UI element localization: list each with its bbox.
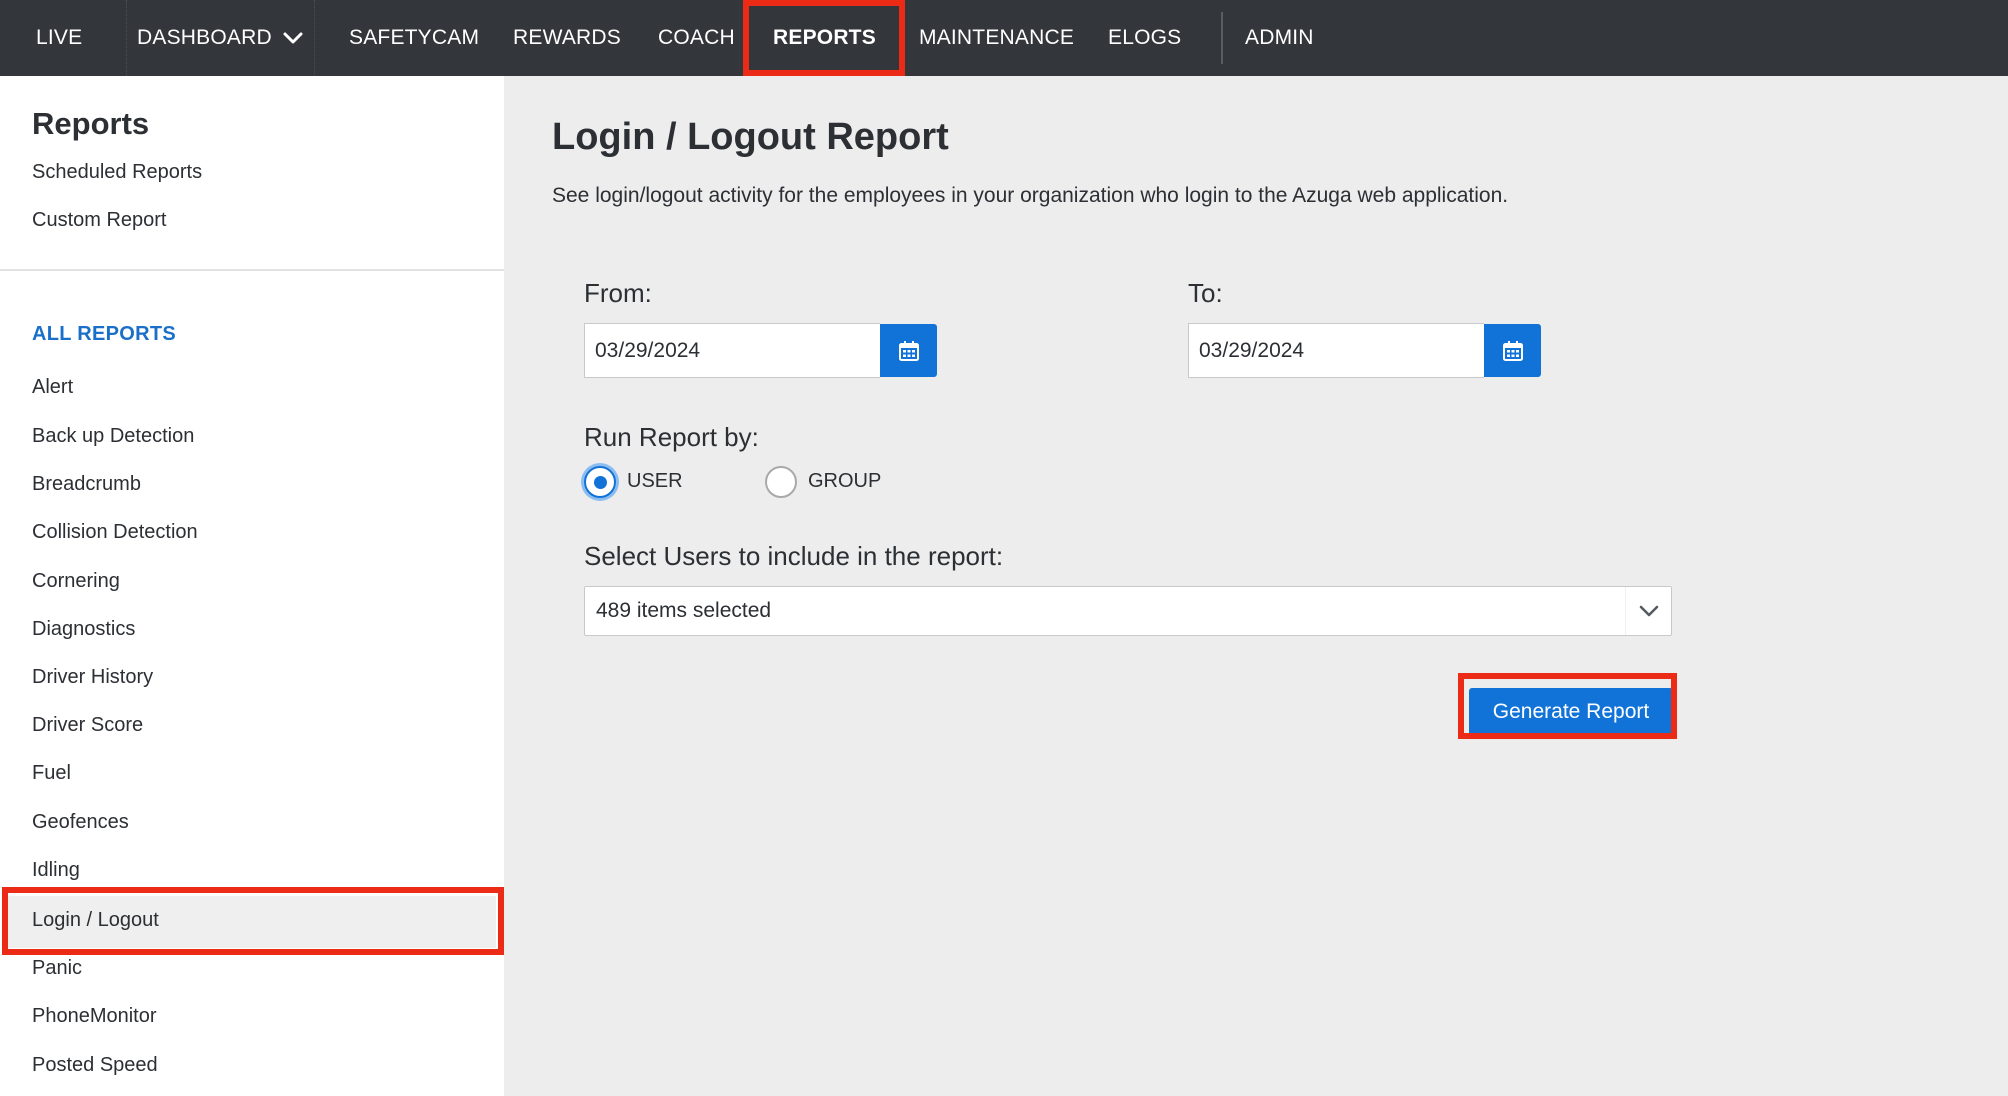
to-date-input[interactable]: 03/29/2024: [1188, 323, 1484, 378]
nav-dashboard[interactable]: DASHBOARD: [126, 0, 315, 76]
sidebar-title: Reports: [32, 106, 150, 141]
sidebar-link-scheduled-reports[interactable]: Scheduled Reports: [32, 161, 202, 184]
from-date-input[interactable]: 03/29/2024: [584, 323, 880, 378]
page-title: Login / Logout Report: [552, 116, 949, 158]
sidebar-item-driver-score[interactable]: Driver Score: [32, 714, 143, 737]
radio-group[interactable]: [765, 466, 797, 498]
sidebar-item-fuel[interactable]: Fuel: [32, 762, 71, 785]
run-report-by-label: Run Report by:: [584, 422, 759, 452]
to-calendar-button[interactable]: [1484, 324, 1541, 377]
sidebar-item-diagnostics[interactable]: Diagnostics: [32, 618, 135, 641]
sidebar-item-phonemonitor[interactable]: PhoneMonitor: [32, 1005, 157, 1028]
sidebar-item-panic[interactable]: Panic: [32, 957, 82, 980]
radio-group-label[interactable]: GROUP: [808, 470, 881, 493]
sidebar-link-custom-report[interactable]: Custom Report: [32, 209, 167, 232]
radio-user[interactable]: [584, 466, 616, 498]
nav-dashboard-label: DASHBOARD: [137, 26, 272, 49]
nav-maintenance[interactable]: MAINTENANCE: [919, 0, 1074, 76]
to-label: To:: [1188, 278, 1223, 308]
nav-live[interactable]: LIVE: [36, 0, 82, 76]
sidebar-section-title: ALL REPORTS: [32, 323, 177, 345]
sidebar-item-posted-speed[interactable]: Posted Speed: [32, 1054, 158, 1077]
radio-user-label[interactable]: USER: [627, 470, 683, 493]
select-users-value: 489 items selected: [596, 599, 772, 622]
from-label: From:: [584, 278, 652, 308]
sidebar-item-driver-history[interactable]: Driver History: [32, 666, 153, 689]
nav-reports[interactable]: REPORTS: [773, 0, 876, 76]
report-main-panel: Login / Logout Report See login/logout a…: [504, 76, 2008, 1096]
sidebar-divider: [0, 269, 504, 271]
generate-report-button[interactable]: Generate Report: [1469, 688, 1673, 736]
nav-rewards[interactable]: REWARDS: [513, 0, 621, 76]
reports-sidebar: Reports Scheduled Reports Custom Report …: [0, 76, 504, 1096]
nav-admin[interactable]: ADMIN: [1245, 0, 1314, 76]
from-calendar-button[interactable]: [880, 324, 937, 377]
sidebar-item-geofences[interactable]: Geofences: [32, 811, 129, 834]
select-users-label: Select Users to include in the report:: [584, 541, 1004, 571]
select-users-dropdown[interactable]: 489 items selected: [584, 586, 1672, 636]
calendar-icon: [898, 340, 919, 361]
sidebar-item-login-logout[interactable]: Login / Logout: [32, 909, 159, 932]
top-navigation-bar: LIVE DASHBOARD SAFETYCAM REWARDS COACH R…: [0, 0, 2008, 76]
sidebar-item-cornering[interactable]: Cornering: [32, 570, 120, 593]
sidebar-item-breadcrumb[interactable]: Breadcrumb: [32, 473, 141, 496]
page-description: See login/logout activity for the employ…: [552, 184, 1509, 207]
sidebar-item-idling[interactable]: Idling: [32, 859, 80, 882]
nav-coach[interactable]: COACH: [658, 0, 735, 76]
nav-elogs[interactable]: ELOGS: [1108, 0, 1181, 76]
sidebar-item-collision-detection[interactable]: Collision Detection: [32, 521, 198, 544]
nav-safetycam[interactable]: SAFETYCAM: [349, 0, 479, 76]
nav-divider: [1221, 12, 1223, 64]
sidebar-item-alert[interactable]: Alert: [32, 376, 73, 399]
sidebar-item-back-up-detection[interactable]: Back up Detection: [32, 425, 194, 448]
dropdown-toggle[interactable]: [1625, 587, 1671, 635]
chevron-down-icon: [283, 32, 303, 44]
calendar-icon: [1502, 340, 1523, 361]
chevron-down-icon: [1639, 605, 1658, 617]
